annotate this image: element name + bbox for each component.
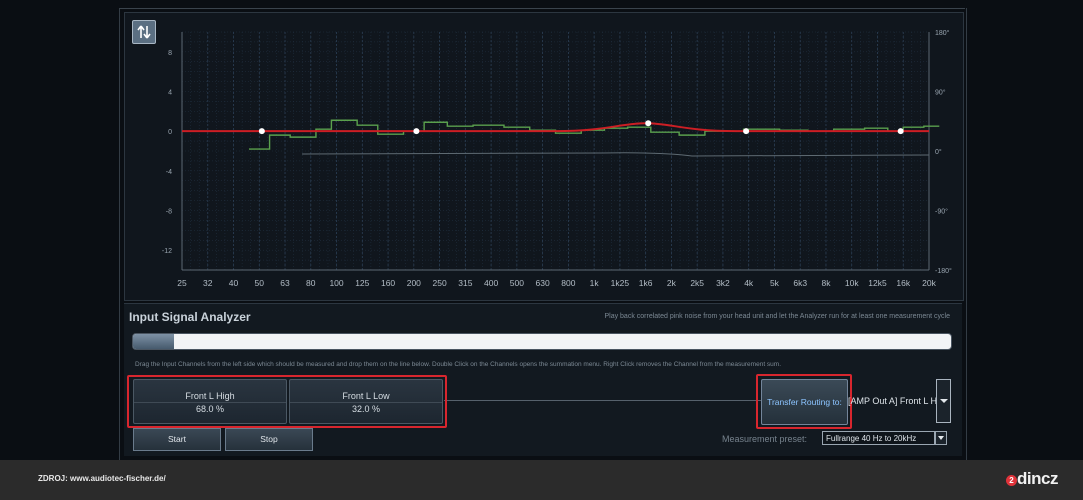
analyzer-hint: Play back correlated pink noise from you… [604,313,950,320]
footer-bar: ZDROJ: www.audiotec-fischer.de/ 2 dincz [0,460,1083,500]
phase-tick-label: 0° [935,148,942,156]
top-divider [119,8,965,9]
x-tick-label: 100 [329,278,343,288]
x-tick-label: 1k [590,278,600,288]
transfer-routing-label: Transfer Routing to: [767,397,842,407]
y-tick-label: 8 [168,50,172,57]
y-tick-label: 0 [168,129,172,136]
phase-tick-label: 180° [935,29,950,37]
curve-handle[interactable] [258,128,265,135]
input-signal-analyzer-panel: Input Signal Analyzer Play back correlat… [124,303,962,456]
stop-button[interactable]: Stop [225,428,313,451]
x-tick-label: 3k2 [716,278,730,288]
x-tick-label: 400 [484,278,498,288]
x-tick-label: 12k5 [868,278,887,288]
x-tick-label: 200 [407,278,421,288]
x-tick-label: 50 [255,278,265,288]
x-tick-label: 125 [355,278,369,288]
measurement-preset-select[interactable]: Fullrange 40 Hz to 20kHz [822,431,935,445]
x-tick-label: 250 [432,278,446,288]
routing-target-select[interactable]: [AMP Out A] Front L H [848,380,936,422]
logo-badge: 2 [1006,475,1017,486]
channel-tile-front-l-high[interactable]: Front L High 68.0 % [133,379,287,424]
curve-handle[interactable] [897,128,904,135]
phase-tick-label: -90° [935,208,948,216]
x-tick-label: 16k [896,278,910,288]
channel-name: Front L High [185,391,235,401]
x-tick-label: 63 [280,278,290,288]
y-tick-label: -4 [166,169,172,176]
phase-tick-label: -180° [935,267,952,275]
y-tick-label: -8 [166,209,172,216]
x-tick-label: 6k3 [793,278,807,288]
tile-divider [290,402,442,403]
transfer-routing-button[interactable]: Transfer Routing to: [761,379,848,425]
source-credit: ZDROJ: www.audiotec-fischer.de/ [38,474,166,483]
x-tick-label: 5k [770,278,780,288]
x-tick-label: 315 [458,278,472,288]
tile-divider [134,402,286,403]
x-tick-label: 8k [821,278,831,288]
x-tick-label: 20k [922,278,936,288]
x-tick-label: 25 [177,278,187,288]
curve-handle[interactable] [743,128,750,135]
frequency-response-graph[interactable]: 8 4 0 -4 -8 -12 180° 90° 0° -90° -180° 25 32 40 50 63 80… [124,12,964,301]
x-tick-label: 1k6 [639,278,653,288]
measurement-progress-bar [132,333,952,350]
progress-fill [133,334,174,349]
x-tick-label: 80 [306,278,316,288]
x-tick-label: 800 [561,278,575,288]
x-tick-label: 10k [845,278,859,288]
channel-tile-front-l-low[interactable]: Front L Low 32.0 % [289,379,443,424]
routing-dropdown-button[interactable] [936,379,951,423]
swap-vertical-button[interactable] [132,20,156,44]
x-tick-label: 500 [510,278,524,288]
measurement-preset-label: Measurement preset: [722,434,808,444]
curve-handle[interactable] [413,128,420,135]
x-tick-label: 1k25 [611,278,630,288]
graph-canvas[interactable]: 840-4-8-12180°90°0°-90°-180°25 32 40 50 63 80… [125,13,963,300]
x-tick-label: 630 [536,278,550,288]
channel-percent: 32.0 % [351,404,381,414]
x-tick-label: 4k [744,278,754,288]
curve-handle[interactable] [645,120,652,127]
preset-dropdown-button[interactable] [935,431,947,445]
chevron-down-icon [938,436,944,440]
panel-title: Input Signal Analyzer [129,310,251,324]
swap-vertical-icon [137,25,151,39]
app-window: 8 4 0 -4 -8 -12 180° 90° 0° -90° -180° 25 32 40 50 63 80… [0,0,1083,460]
instructions-text: Drag the Input Channels from the left si… [135,361,782,368]
y-tick-label: 4 [168,90,172,97]
x-tick-label: 2k5 [690,278,704,288]
channel-drop-line[interactable] [444,400,764,401]
x-tick-label: 40 [229,278,239,288]
chevron-down-icon [940,399,948,403]
channel-percent: 68.0 % [195,404,225,414]
phase-curve [301,152,930,157]
x-tick-label: 32 [203,278,213,288]
channel-name: Front L Low [342,391,390,401]
x-tick-label: 160 [381,278,395,288]
y-tick-label: -12 [162,248,172,255]
start-button[interactable]: Start [133,428,221,451]
logo-text: dincz [1017,469,1058,488]
phase-tick-label: 90° [935,89,946,97]
x-tick-label: 2k [667,278,677,288]
